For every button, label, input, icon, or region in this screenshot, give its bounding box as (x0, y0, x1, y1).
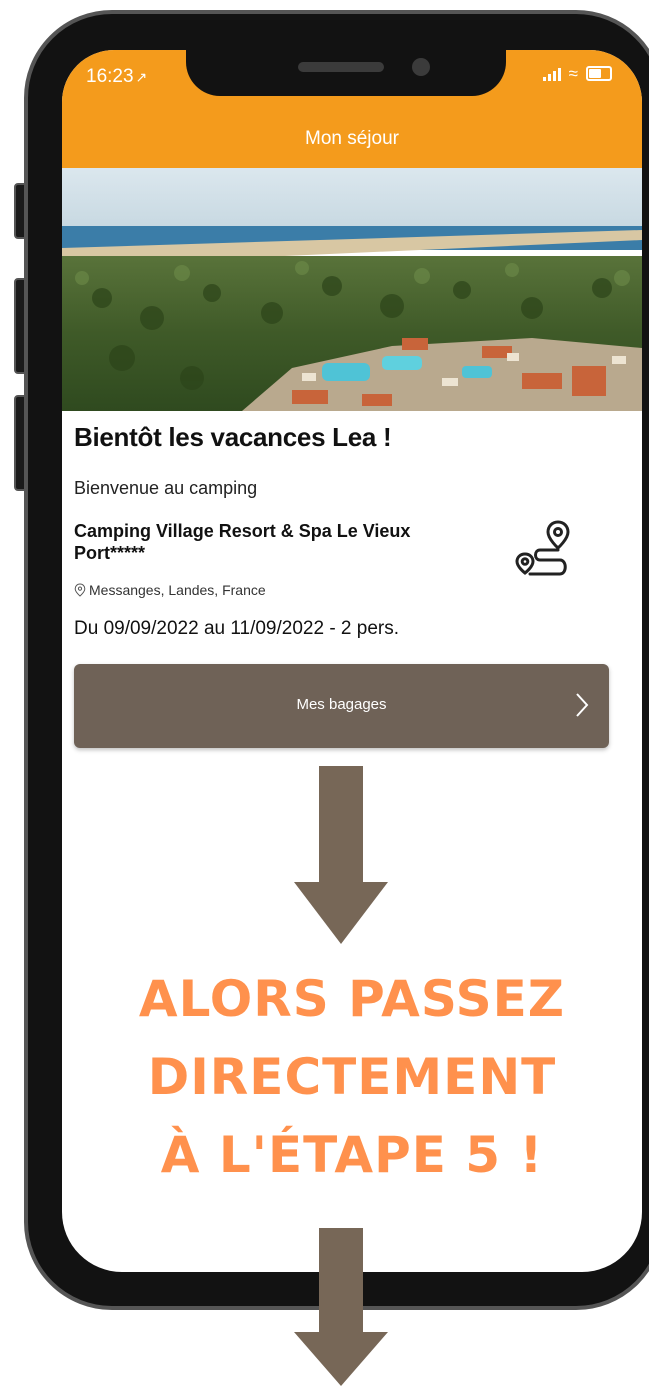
wifi-icon: ≈ (568, 64, 578, 83)
welcome-text: Bienvenue au camping (74, 478, 258, 498)
chevron-right-icon (576, 693, 589, 717)
status-icons: ≈ (542, 64, 612, 83)
luggage-button-label: Mes bagages (296, 696, 387, 713)
luggage-button[interactable]: Mes bagages (74, 664, 609, 748)
message-line-1: ALORS PASSEZ (138, 970, 566, 1028)
route-icon[interactable] (510, 516, 574, 585)
tutorial-graphic: 16:23 ↗ ≈ Mon séjour Bientôt les vacance… (0, 0, 649, 1386)
instruction-message: ALORS PASSEZ DIRECTEMENT À L'ÉTAPE 5 ! (62, 960, 642, 1194)
phone-notch (186, 38, 506, 96)
arrow-down-bottom-icon (294, 1228, 388, 1386)
signal-icon (542, 67, 561, 81)
route-icon-svg (515, 520, 570, 576)
location-row: Messanges, Landes, France (74, 582, 266, 598)
message-line-3: À L'ÉTAPE 5 ! (160, 1126, 544, 1184)
location-pin-icon (74, 583, 86, 597)
camping-name: Camping Village Resort & Spa Le Vieux Po… (74, 521, 411, 563)
message-line-2: DIRECTEMENT (147, 1048, 557, 1106)
arrow-down-icon (294, 766, 388, 944)
aerial-photo-illustration (62, 168, 642, 411)
campsite-aerial-photo (62, 168, 642, 411)
stay-dates: Du 09/09/2022 au 11/09/2022 - 2 pers. (74, 618, 400, 639)
status-time-text: 16:23 (86, 66, 134, 87)
battery-icon (586, 66, 612, 81)
location-arrow-icon: ↗ (135, 69, 148, 85)
speaker-grille (298, 62, 384, 72)
front-camera (412, 58, 430, 76)
greeting-heading: Bientôt les vacances Lea ! (74, 422, 392, 452)
location-text: Messanges, Landes, France (89, 582, 266, 598)
page-title: Mon séjour (305, 128, 399, 149)
status-time: 16:23 ↗ (86, 66, 147, 88)
